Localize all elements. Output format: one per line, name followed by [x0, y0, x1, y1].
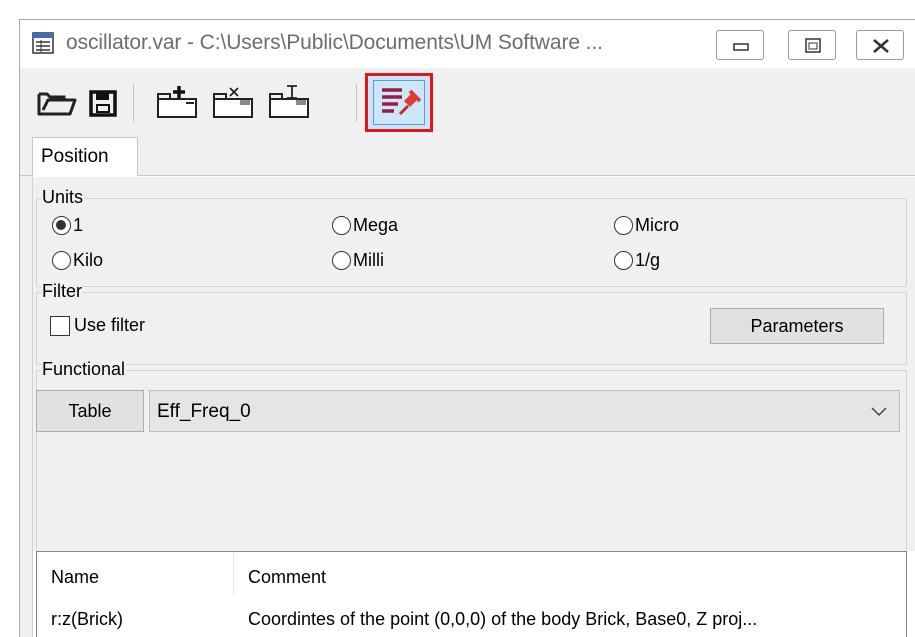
- open-folder-icon: [37, 92, 77, 116]
- radio-icon: [332, 216, 351, 235]
- maximize-button[interactable]: [788, 30, 836, 60]
- unit-radio-micro-label: Micro: [635, 215, 679, 235]
- rename-variable-icon: [269, 85, 309, 118]
- filter-group-title: Filter: [41, 281, 83, 302]
- unit-radio-kilo[interactable]: Kilo: [52, 250, 103, 271]
- title-bar[interactable]: oscillator.var - C:\Users\Public\Documen…: [20, 20, 915, 68]
- toolbar-separator: [133, 84, 134, 122]
- chevron-down-icon: [871, 407, 887, 417]
- parameters-button-label: Parameters: [750, 315, 844, 336]
- functional-group-title: Functional: [41, 359, 127, 380]
- unit-radio-milli-label: Milli: [353, 250, 384, 270]
- row-comment-cell[interactable]: Coordintes of the point (0,0,0) of the b…: [248, 609, 757, 630]
- radio-icon: [52, 251, 71, 270]
- use-filter-checkbox[interactable]: Use filter: [50, 315, 145, 336]
- column-header-name[interactable]: Name: [51, 567, 99, 588]
- functional-select-value: Eff_Freq_0: [157, 401, 251, 422]
- window-title: oscillator.var - C:\Users\Public\Documen…: [66, 31, 603, 54]
- unit-radio-kilo-label: Kilo: [73, 250, 104, 270]
- functional-select[interactable]: Eff_Freq_0: [149, 390, 900, 432]
- checkbox-icon: [50, 315, 70, 336]
- unit-radio-mega-label: Mega: [353, 215, 399, 235]
- column-separator: [233, 552, 234, 594]
- pin-list-button[interactable]: [365, 73, 433, 132]
- unit-radio-1-label: 1: [73, 215, 84, 235]
- pin-list-button-hover: [373, 80, 425, 125]
- unit-radio-micro[interactable]: Micro: [614, 215, 679, 236]
- close-icon: [873, 39, 889, 53]
- add-variable-button[interactable]: [154, 80, 200, 126]
- unit-radio-1[interactable]: 1: [52, 215, 83, 236]
- row-name-cell[interactable]: r:z(Brick): [51, 609, 123, 630]
- toolbar: [20, 68, 915, 154]
- unit-radio-mega[interactable]: Mega: [332, 215, 398, 236]
- radio-selected-icon: [52, 216, 71, 235]
- delete-variable-button[interactable]: [210, 80, 256, 126]
- add-variable-icon: [157, 86, 197, 118]
- minimize-button[interactable]: [716, 30, 764, 60]
- open-button[interactable]: [34, 80, 80, 126]
- toolbar-separator: [356, 84, 357, 122]
- tab-position-label: Position: [41, 146, 109, 167]
- app-table-icon: [32, 32, 54, 54]
- radio-icon: [332, 251, 351, 270]
- variable-editor-window: oscillator.var - C:\Users\Public\Documen…: [19, 19, 915, 637]
- delete-variable-icon: [213, 87, 253, 118]
- units-group: Units: [36, 187, 907, 287]
- rename-variable-button[interactable]: [266, 80, 312, 126]
- table-button-label: Table: [68, 400, 112, 421]
- parameters-button[interactable]: Parameters: [710, 308, 884, 344]
- unit-radio-milli[interactable]: Milli: [332, 250, 384, 271]
- table-button[interactable]: Table: [36, 390, 144, 432]
- units-group-title: Units: [41, 187, 85, 208]
- column-header-comment[interactable]: Comment: [248, 567, 326, 588]
- variables-list[interactable]: Name Comment r:z(Brick) Coordintes of th…: [36, 551, 907, 637]
- maximize-icon: [805, 38, 821, 53]
- radio-icon: [614, 251, 633, 270]
- unit-radio-1g-label: 1/g: [635, 250, 661, 270]
- close-button[interactable]: [856, 30, 904, 60]
- unit-radio-1g[interactable]: 1/g: [614, 250, 660, 271]
- pin-list-icon: [382, 88, 422, 116]
- save-icon: [89, 90, 117, 117]
- radio-icon: [614, 216, 633, 235]
- save-button[interactable]: [82, 80, 128, 126]
- minimize-icon: [733, 43, 749, 51]
- use-filter-label: Use filter: [74, 315, 146, 335]
- tab-position[interactable]: Position: [32, 137, 138, 177]
